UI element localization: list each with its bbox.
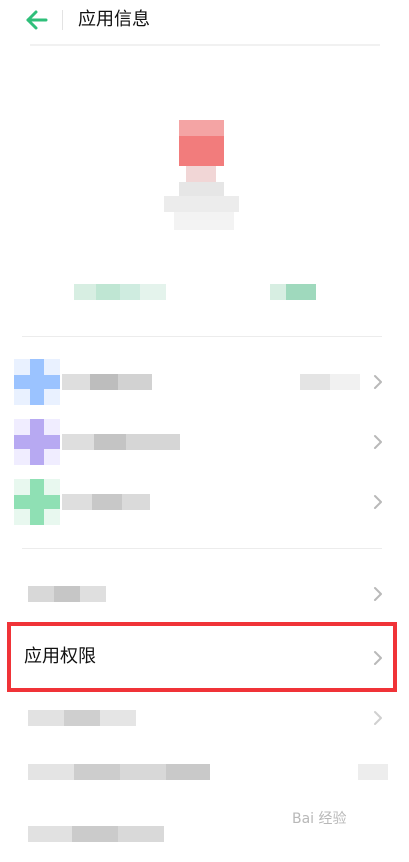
list-item[interactable] xyxy=(0,744,409,800)
row-text-blurred xyxy=(28,764,210,780)
row-value-blurred xyxy=(358,764,388,780)
list-item[interactable] xyxy=(0,566,409,622)
app-name-pixelated xyxy=(74,284,166,300)
row-text-blurred xyxy=(28,826,164,842)
chevron-right-icon xyxy=(374,587,382,601)
row-text-blurred xyxy=(62,434,180,450)
page-title: 应用信息 xyxy=(78,9,150,30)
chevron-right-icon xyxy=(374,375,382,389)
row-text-blurred xyxy=(62,494,150,510)
row-value-blurred xyxy=(300,374,360,390)
header-shadow xyxy=(30,44,380,46)
card-divider xyxy=(22,336,382,337)
list-item[interactable] xyxy=(0,806,409,862)
chevron-right-icon xyxy=(374,711,382,725)
list-item[interactable] xyxy=(0,474,409,530)
list-item[interactable] xyxy=(0,690,409,746)
chevron-right-icon xyxy=(374,495,382,509)
section-divider xyxy=(22,548,382,549)
header-divider xyxy=(62,10,63,30)
chevron-right-icon xyxy=(374,435,382,449)
app-permissions-row[interactable]: 应用权限 xyxy=(0,622,409,694)
app-icon-pixelated xyxy=(164,120,239,230)
top-bar: 应用信息 xyxy=(0,0,409,44)
app-permissions-label: 应用权限 xyxy=(24,646,96,667)
row-text-blurred xyxy=(28,586,106,602)
app-icon-blurred xyxy=(14,419,60,465)
row-text-blurred xyxy=(28,710,136,726)
app-version-pixelated xyxy=(270,284,316,300)
row-text-blurred xyxy=(62,374,152,390)
app-icon-blurred xyxy=(14,359,60,405)
watermark: Bai 经验 xyxy=(292,811,347,827)
chevron-right-icon xyxy=(374,651,382,665)
app-icon-blurred xyxy=(14,479,60,525)
arrow-left-icon[interactable] xyxy=(22,8,50,32)
list-item[interactable] xyxy=(0,414,409,470)
list-item[interactable] xyxy=(0,354,409,410)
